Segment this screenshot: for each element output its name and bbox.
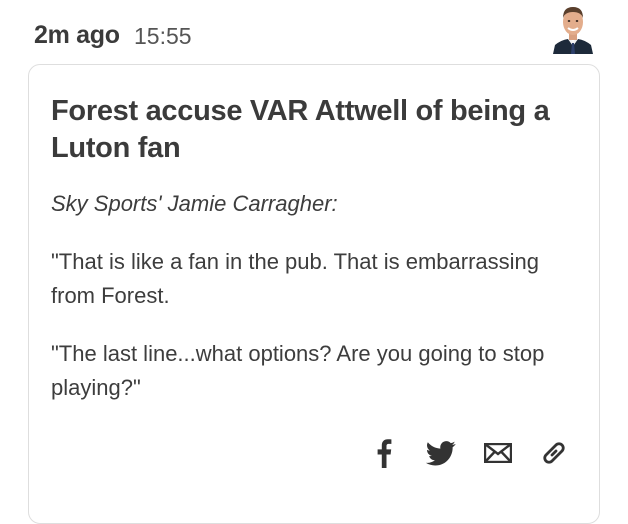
quote-paragraph: "The last line...what options? Are you g… [51, 341, 545, 400]
post-headline: Forest accuse VAR Attwell of being a Lut… [51, 95, 550, 164]
twitter-icon [426, 440, 456, 465]
share-facebook-button[interactable] [369, 435, 399, 471]
share-twitter-button[interactable] [423, 435, 459, 471]
link-icon [543, 442, 565, 464]
share-email-button[interactable] [481, 435, 515, 471]
facebook-icon [377, 439, 392, 468]
post-header: 2m ago 15:55 [0, 0, 628, 62]
time-ago: 2m ago [34, 21, 120, 49]
timestamp: 15:55 [134, 23, 192, 49]
share-link-button[interactable] [537, 435, 571, 471]
post-byline: Sky Sports' Jamie Carragher: [51, 191, 338, 216]
author-avatar [551, 2, 595, 54]
email-icon [484, 443, 512, 463]
quote-paragraph: "That is like a fan in the pub. That is … [51, 249, 539, 308]
avatar-portrait-icon [551, 2, 595, 54]
post-card: Forest accuse VAR Attwell of being a Lut… [28, 64, 600, 524]
